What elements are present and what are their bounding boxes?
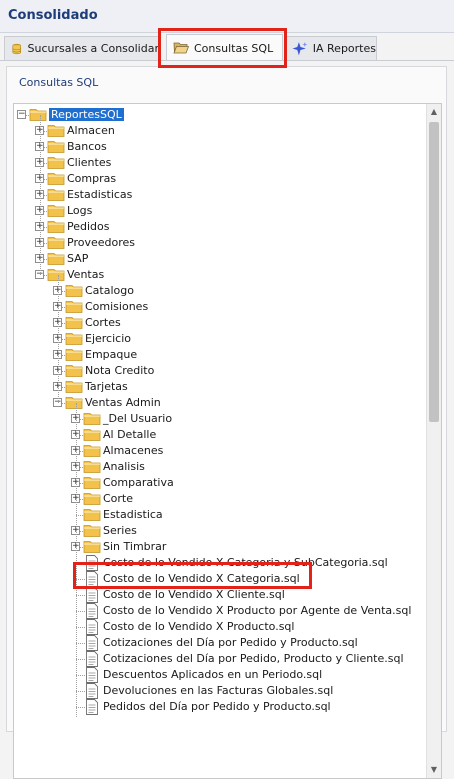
tree-node-label: Tarjetas: [85, 380, 128, 393]
folder-open-icon: [173, 42, 189, 54]
tree-node-label: Estadistica: [103, 508, 163, 521]
scroll-thumb[interactable]: [429, 122, 439, 422]
tree-node-label: Clientes: [67, 156, 112, 169]
tree-node-label: Corte: [103, 492, 134, 505]
tree-folder[interactable]: + Pedidos: [14, 219, 432, 235]
scroll-up-arrow-icon[interactable]: ▲: [427, 104, 441, 120]
consultas-panel: Consultas SQL − ReportesSQL + Almacen + Banco…: [6, 66, 447, 779]
tree-node-label: Almacen: [67, 124, 115, 137]
tree-folder[interactable]: + Estadisticas: [14, 187, 432, 203]
tree-node-label: Pedidos del Día por Pedido y Producto.sq…: [103, 700, 331, 713]
tree-folder[interactable]: + Catalogo: [14, 283, 432, 299]
report-tree: − ReportesSQL + Almacen + Bancos + Clientes + Com…: [14, 104, 433, 778]
tree-folder[interactable]: + Bancos: [14, 139, 432, 155]
tab-label: IA Reportes: [312, 42, 376, 55]
tree-node-label: Empaque: [85, 348, 138, 361]
tab-consultas-sql[interactable]: Consultas SQL: [166, 34, 283, 61]
tab-sucursales[interactable]: Sucursales a Consolidar: [4, 36, 160, 60]
tree-node-label: Costo de lo Vendido X Producto por Agent…: [103, 604, 412, 617]
tab-strip: Sucursales a Consolidar Consultas SQL IA…: [0, 33, 454, 61]
tree-node-label: Costo de lo Vendido X Categoria.sql: [103, 572, 300, 585]
tree-folder[interactable]: + Tarjetas: [14, 379, 432, 395]
tree-node-label: Logs: [67, 204, 93, 217]
tree-node-label: Ventas: [67, 268, 105, 281]
tree-node-label: Costo de lo Vendido X Cliente.sql: [103, 588, 285, 601]
tree-folder[interactable]: − Ventas: [14, 267, 432, 283]
tree-node-label: Nota Credito: [85, 364, 155, 377]
tree-node-label: Ventas Admin: [85, 396, 161, 409]
tree-folder[interactable]: + Proveedores: [14, 235, 432, 251]
tree-root-reportessql[interactable]: − ReportesSQL: [14, 107, 432, 123]
tree-node-label: Comisiones: [85, 300, 149, 313]
tree-node-label: Analisis: [103, 460, 145, 473]
tab-ia-reportes[interactable]: IA Reportes: [285, 36, 377, 60]
vertical-scrollbar[interactable]: ▲ ▼: [426, 104, 441, 778]
collapse-toggle-icon[interactable]: −: [17, 110, 26, 119]
tree-node-label: Proveedores: [67, 236, 135, 249]
tree-folder[interactable]: + Cortes: [14, 315, 432, 331]
tree-node-label: Costo de lo Vendido X Producto.sql: [103, 620, 295, 633]
tab-label: Sucursales a Consolidar: [27, 42, 159, 55]
tree-node-label: Pedidos: [67, 220, 110, 233]
tree-node-label: Descuentos Aplicados en un Periodo.sql: [103, 668, 323, 681]
tree-connector: [76, 403, 77, 717]
tree-folder[interactable]: + Almacen: [14, 123, 432, 139]
tree-folder[interactable]: + Compras: [14, 171, 432, 187]
tree-node-label: Compras: [67, 172, 117, 185]
tab-label: Consultas SQL: [194, 41, 274, 55]
tree-node-label: Catalogo: [85, 284, 134, 297]
database-icon: [12, 43, 22, 54]
tree-node-label: Costo de lo Vendido X Categoria y SubCat…: [103, 556, 388, 569]
report-tree-view[interactable]: − ReportesSQL + Almacen + Bancos + Clientes + Com…: [13, 103, 442, 779]
window-titlebar: Consolidado: [0, 0, 454, 33]
tree-folder[interactable]: + Comisiones: [14, 299, 432, 315]
tree-folder[interactable]: + Logs: [14, 203, 432, 219]
tab-underline: [0, 60, 454, 61]
sql-file-icon: [85, 699, 99, 718]
tree-node-label: Sin Timbrar: [103, 540, 167, 553]
tree-folder[interactable]: + Ejercicio: [14, 331, 432, 347]
tree-node-label: Comparativa: [103, 476, 174, 489]
tree-connector: [40, 115, 41, 275]
tree-folder[interactable]: + Empaque: [14, 347, 432, 363]
tree-node-label: Cotizaciones del Día por Pedido, Product…: [103, 652, 404, 665]
tree-node-label: Ejercicio: [85, 332, 131, 345]
window-title: Consolidado: [8, 8, 98, 23]
tree-folder[interactable]: + SAP: [14, 251, 432, 267]
tree-node-label: Estadisticas: [67, 188, 133, 201]
tree-folder[interactable]: + Clientes: [14, 155, 432, 171]
scroll-down-arrow-icon[interactable]: ▼: [427, 762, 441, 778]
tree-node-label: Almacenes: [103, 444, 164, 457]
tree-node-label: Al Detalle: [103, 428, 157, 441]
sparkle-icon: [292, 41, 308, 55]
tree-node-label: _Del Usuario: [103, 412, 173, 425]
tree-node-label: Devoluciones en las Facturas Globales.sq…: [103, 684, 334, 697]
tree-node-label: SAP: [67, 252, 89, 265]
tree-node-label: Cortes: [85, 316, 121, 329]
tree-node-label: Series: [103, 524, 137, 537]
tree-folder[interactable]: + Nota Credito: [14, 363, 432, 379]
tree-node-label: ReportesSQL: [49, 108, 124, 121]
panel-title: Consultas SQL: [19, 76, 99, 89]
tree-node-label: Cotizaciones del Día por Pedido y Produc…: [103, 636, 358, 649]
tree-connector: [58, 275, 59, 403]
tree-node-label: Bancos: [67, 140, 107, 153]
